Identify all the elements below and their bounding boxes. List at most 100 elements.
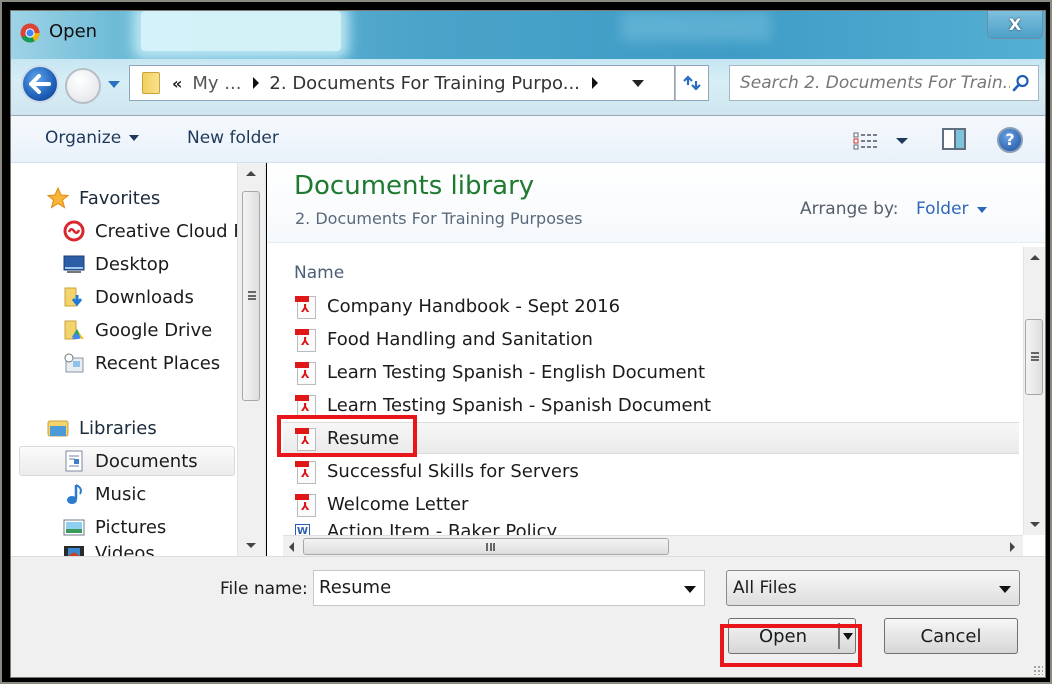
scrollbar-thumb[interactable] bbox=[242, 191, 260, 401]
background-blur bbox=[621, 11, 771, 41]
file-type-select[interactable]: All Files bbox=[726, 570, 1020, 606]
grip-icon bbox=[1031, 352, 1039, 361]
close-button[interactable]: X bbox=[987, 11, 1043, 39]
back-button[interactable] bbox=[21, 65, 59, 103]
nav-item-label: Creative Cloud Fi bbox=[95, 220, 237, 242]
file-name-input[interactable] bbox=[319, 571, 669, 603]
horizontal-scrollbar[interactable] bbox=[283, 535, 1023, 556]
refresh-button[interactable] bbox=[675, 65, 709, 101]
desktop-icon bbox=[63, 255, 85, 273]
nav-item-downloads[interactable]: Downloads bbox=[63, 282, 237, 312]
nav-item-music[interactable]: Music bbox=[63, 479, 237, 509]
dialog-footer: File name: All Files Open Cancel bbox=[11, 556, 1045, 677]
videos-icon bbox=[64, 546, 84, 557]
file-name-label: File name: bbox=[220, 579, 308, 599]
file-row[interactable]: Action Item - Baker Policy bbox=[283, 521, 1019, 535]
file-row[interactable]: ⅄ Resume bbox=[283, 422, 1019, 454]
open-options-dropdown-icon[interactable] bbox=[843, 633, 853, 640]
back-arrow-icon bbox=[29, 74, 51, 94]
google-drive-icon bbox=[64, 320, 84, 340]
change-view-icon[interactable] bbox=[853, 132, 879, 150]
forward-button[interactable] bbox=[65, 68, 101, 104]
navigation-scrollbar[interactable] bbox=[237, 163, 265, 556]
scrollbar-thumb[interactable] bbox=[303, 538, 669, 555]
nav-item-label: Videos bbox=[95, 543, 155, 557]
nav-item-google-drive[interactable]: Google Drive bbox=[63, 315, 237, 345]
pdf-icon: ⅄ bbox=[295, 393, 317, 418]
breadcrumb-current[interactable]: 2. Documents For Training Purpo... bbox=[269, 73, 579, 94]
organize-button[interactable]: Organize bbox=[45, 128, 140, 148]
nav-item-label: Downloads bbox=[95, 286, 194, 308]
search-input[interactable] bbox=[740, 68, 1010, 98]
chevron-down-icon bbox=[999, 586, 1011, 593]
view-options-dropdown-icon[interactable] bbox=[896, 138, 908, 144]
libraries-icon bbox=[47, 420, 69, 437]
file-row[interactable]: ⅄ Learn Testing Spanish - English Documen… bbox=[283, 356, 1019, 388]
file-row[interactable]: ⅄ Learn Testing Spanish - Spanish Documen… bbox=[283, 389, 1019, 421]
address-dropdown-icon[interactable] bbox=[632, 80, 644, 87]
arrange-by-label: Arrange by: bbox=[800, 199, 899, 219]
nav-item-desktop[interactable]: Desktop bbox=[63, 249, 237, 279]
file-row[interactable]: ⅄ Company Handbook - Sept 2016 bbox=[283, 290, 1019, 322]
nav-item-videos[interactable]: Videos bbox=[63, 543, 237, 557]
pictures-icon bbox=[63, 519, 85, 536]
chevron-down-icon[interactable] bbox=[977, 207, 987, 213]
scroll-up-icon[interactable] bbox=[1030, 255, 1040, 260]
file-name: Company Handbook - Sept 2016 bbox=[327, 295, 621, 317]
open-label: Open bbox=[758, 626, 808, 647]
chevron-down-icon bbox=[129, 135, 140, 141]
breadcrumb-my[interactable]: My ... bbox=[192, 73, 241, 94]
file-name: Successful Skills for Servers bbox=[327, 460, 579, 482]
nav-item-pictures[interactable]: Pictures bbox=[63, 512, 237, 542]
scroll-down-icon[interactable] bbox=[1030, 522, 1040, 527]
arrange-by-dropdown[interactable]: Folder bbox=[916, 199, 969, 219]
scrollbar-thumb[interactable] bbox=[1025, 319, 1043, 395]
recent-locations-dropdown[interactable] bbox=[108, 81, 120, 88]
scroll-right-icon[interactable] bbox=[1010, 542, 1015, 552]
nav-item-creative-cloud[interactable]: Creative Cloud Fi bbox=[63, 216, 237, 246]
new-folder-button[interactable]: New folder bbox=[187, 128, 279, 148]
grip-icon bbox=[486, 543, 495, 551]
search-box[interactable] bbox=[729, 65, 1039, 101]
star-icon bbox=[47, 187, 69, 209]
creative-cloud-icon bbox=[63, 220, 85, 242]
help-icon[interactable]: ? bbox=[997, 127, 1023, 153]
open-button[interactable]: Open bbox=[728, 618, 856, 654]
search-icon[interactable] bbox=[1012, 74, 1030, 92]
file-row[interactable]: ⅄ Food Handling and Sanitation bbox=[283, 323, 1019, 355]
pdf-icon: ⅄ bbox=[295, 426, 317, 451]
nav-favorites[interactable]: Favorites bbox=[47, 183, 237, 213]
pdf-icon: ⅄ bbox=[295, 492, 317, 517]
file-list-scrollbar[interactable] bbox=[1023, 247, 1045, 535]
breadcrumb-separator-icon[interactable] bbox=[253, 77, 260, 89]
scroll-up-icon[interactable] bbox=[246, 171, 256, 176]
window-title: Open bbox=[49, 21, 98, 42]
scroll-left-icon[interactable] bbox=[289, 542, 294, 552]
cancel-button[interactable]: Cancel bbox=[884, 618, 1018, 654]
preview-pane-icon[interactable] bbox=[942, 128, 966, 150]
breadcrumb-separator-icon[interactable] bbox=[591, 77, 598, 89]
file-row[interactable]: ⅄ Successful Skills for Servers bbox=[283, 455, 1019, 487]
recent-places-icon bbox=[64, 353, 84, 373]
file-name-combobox[interactable] bbox=[313, 570, 705, 606]
address-bar[interactable]: « My ... 2. Documents For Training Purpo… bbox=[129, 65, 675, 101]
word-document-icon bbox=[295, 521, 317, 535]
pdf-icon: ⅄ bbox=[295, 327, 317, 352]
column-header-name[interactable]: Name bbox=[294, 263, 344, 283]
file-name: Action Item - Baker Policy bbox=[327, 521, 558, 535]
downloads-icon bbox=[64, 287, 83, 307]
scroll-down-icon[interactable] bbox=[246, 543, 256, 548]
file-row[interactable]: ⅄ Welcome Letter bbox=[283, 488, 1019, 520]
nav-item-recent-places[interactable]: Recent Places bbox=[63, 348, 237, 378]
open-dialog: Open X « My ... 2. Documents For Trainin… bbox=[10, 10, 1046, 678]
title-bar: Open X « My ... 2. Documents For Trainin… bbox=[11, 11, 1045, 115]
documents-icon bbox=[65, 450, 83, 472]
breadcrumb-overflow[interactable]: « bbox=[172, 74, 182, 93]
library-header: Documents library 2. Documents For Train… bbox=[267, 163, 1045, 243]
nav-item-documents[interactable]: Documents bbox=[19, 446, 235, 476]
chrome-icon bbox=[20, 23, 40, 43]
nav-libraries[interactable]: Libraries bbox=[47, 413, 237, 443]
file-name-dropdown-icon[interactable] bbox=[684, 586, 696, 593]
nav-item-label: Music bbox=[95, 483, 147, 505]
resize-grip[interactable] bbox=[1033, 665, 1043, 675]
